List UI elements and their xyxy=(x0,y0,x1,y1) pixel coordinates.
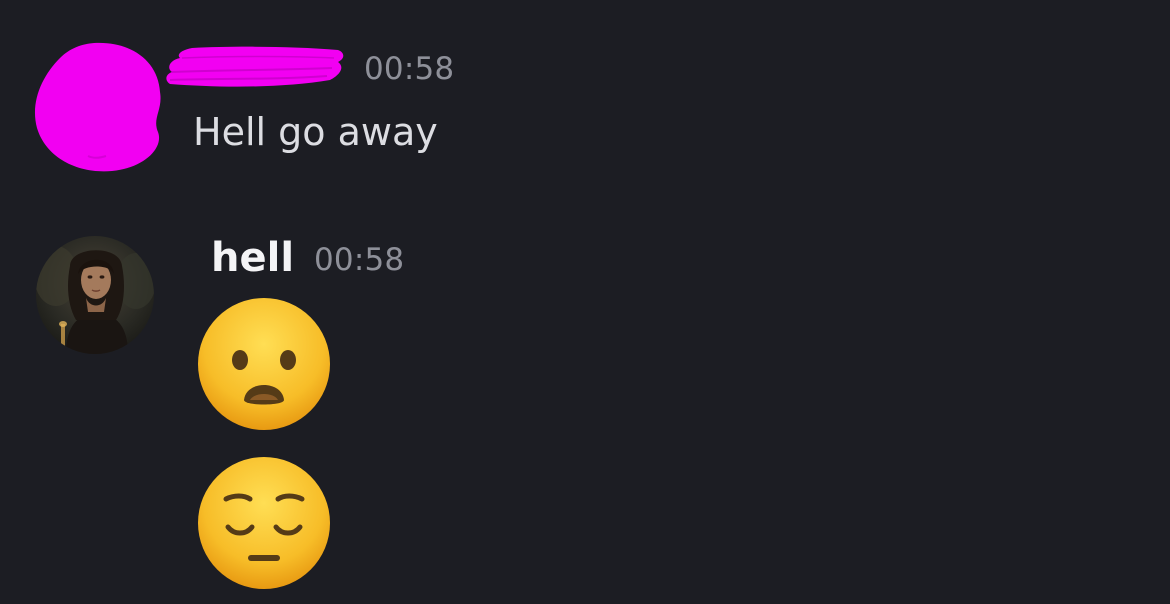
message-content[interactable]: Hell go away xyxy=(193,110,438,156)
redacted-avatar[interactable] xyxy=(32,40,166,174)
message-timestamp: 00:58 xyxy=(314,242,405,278)
redacted-username[interactable] xyxy=(162,44,346,90)
frowning-face-open-mouth-icon[interactable] xyxy=(196,296,332,432)
message-timestamp: 00:58 xyxy=(364,51,455,87)
chat-message-list: 00:58 Hell go away hell 00:58 xyxy=(0,0,1170,604)
message-author[interactable]: hell xyxy=(211,234,294,282)
user-avatar[interactable] xyxy=(36,236,154,354)
pensive-face-icon[interactable] xyxy=(196,455,332,591)
